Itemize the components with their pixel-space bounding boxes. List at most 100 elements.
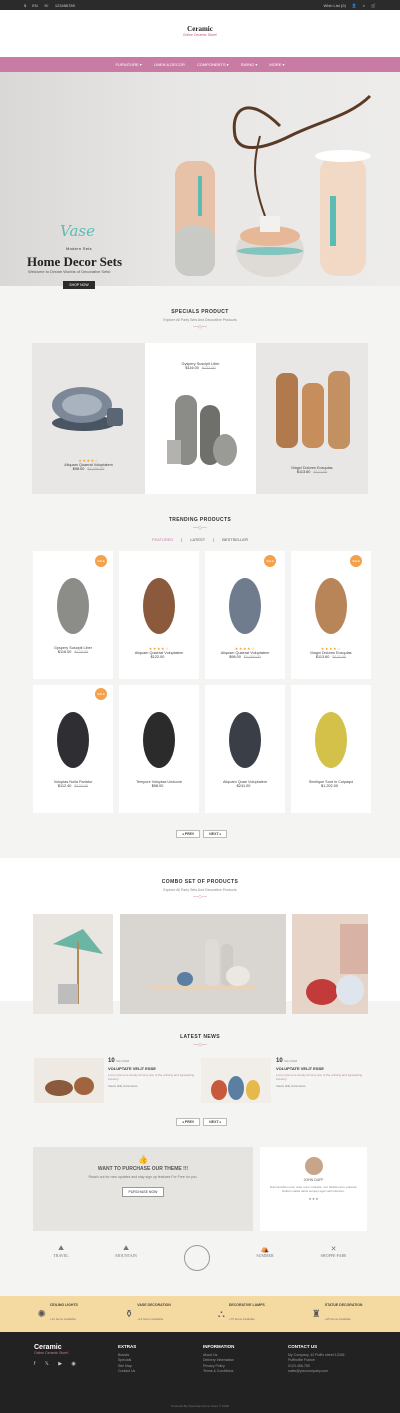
product-image bbox=[167, 395, 237, 466]
shop-now-button[interactable]: SHOP NOW bbox=[63, 281, 95, 289]
trending-product-card[interactable]: Aliquam Quae Voluptatem $241.00 bbox=[205, 685, 285, 813]
language-select[interactable]: EN bbox=[32, 3, 38, 8]
logo-tagline: Online Ceramic Store! bbox=[182, 33, 218, 37]
hero-banner: Vase Modern Sets Home Decor Sets Welcome… bbox=[0, 72, 400, 289]
footer-information: INFORMATION About Us Delivery Informatio… bbox=[203, 1344, 235, 1374]
combo-image-floral[interactable] bbox=[292, 914, 368, 1014]
footer-link[interactable]: Delivery Information bbox=[203, 1358, 234, 1363]
specials-subtitle: Explore All Party Sets And Decorative Pr… bbox=[163, 318, 237, 322]
prev-button[interactable]: ◂ PREV bbox=[176, 1118, 201, 1126]
combo-title: COMBO SET OF PRODUCTS bbox=[161, 879, 239, 885]
product-image bbox=[315, 712, 347, 768]
combo-image-vases[interactable] bbox=[120, 914, 286, 1014]
testimonial-text: Duis faucibus enim vitae nunc molestie, … bbox=[269, 1185, 358, 1193]
footer-extras: EXTRAS Brands Specials Site Map Contact … bbox=[118, 1344, 137, 1374]
tab-featured[interactable]: FEATURED bbox=[152, 537, 173, 542]
brand-logos: ⛰ TRAVEL ⛰ MOUNTAIN ⛺ SUMMER ✕ SHOPPE-FARE bbox=[0, 1245, 400, 1271]
brand-logo[interactable]: ⛰ MOUNTAIN bbox=[115, 1245, 136, 1271]
product-old-price: $122.00 bbox=[332, 655, 347, 659]
news-image[interactable] bbox=[34, 1058, 104, 1103]
product-image bbox=[143, 712, 175, 768]
product-price: $112.40 bbox=[57, 784, 72, 788]
lamp-icon: ⛬ bbox=[217, 1308, 225, 1320]
brand-logo[interactable]: ✕ SHOPPE-FARE bbox=[320, 1245, 346, 1271]
cart-icon[interactable]: 🛒 bbox=[371, 3, 376, 8]
social-icons[interactable]: f 𝕏 ▶ ◉ bbox=[34, 1361, 80, 1367]
trending-product-card[interactable]: Gyspery Suscipit Liber $116.00 $122.00 bbox=[33, 551, 113, 679]
purchase-now-button[interactable]: PURCHASE NOW bbox=[121, 1187, 165, 1197]
main-nav: FURNITURE ▾ LINEN & DECOR COMPONENTS ▾ S… bbox=[0, 57, 400, 72]
product-image bbox=[52, 387, 123, 431]
footer-link[interactable]: Contact Us bbox=[118, 1369, 136, 1374]
feature-decorative-lamps[interactable]: ⛬ DECORATIVE LAMPS +75 Items Available bbox=[218, 1303, 265, 1325]
feature-ceiling-lights[interactable]: ✺ CEILING LIGHTS +12 Items Available bbox=[38, 1303, 78, 1325]
brand-logo[interactable] bbox=[183, 1245, 210, 1271]
top-bar: $ EN ☏ 123456789 Wish List (0) 👤 ⌕ 🛒 bbox=[0, 0, 400, 10]
trending-product-card[interactable]: ★★★★☆ Aliquam Quaerat Voluptatem $98.00 $1,… bbox=[205, 551, 285, 679]
news-image[interactable] bbox=[201, 1058, 271, 1103]
trending-product-card[interactable]: Tempore Voluptas Undoore $98.00 bbox=[119, 685, 199, 813]
phone-icon: ☏ bbox=[43, 2, 49, 8]
ornament-icon: —◇— bbox=[193, 1042, 207, 1048]
prev-button[interactable]: ◂ PREV bbox=[176, 830, 201, 838]
trending-product-card[interactable]: Voluptas Nulla Pariatur $112.40 $122.00 bbox=[33, 685, 113, 813]
hero-vases-image bbox=[175, 94, 372, 277]
product-image bbox=[229, 712, 261, 768]
currency-select[interactable]: $ bbox=[24, 3, 26, 8]
brand-logo[interactable]: ⛰ TRAVEL bbox=[53, 1245, 68, 1271]
category-features-bar: ✺ CEILING LIGHTS +12 Items Available ⚱ VASE… bbox=[0, 1296, 400, 1332]
search-icon[interactable]: ⌕ bbox=[363, 3, 365, 8]
product-old-price: $1,000.00 bbox=[243, 655, 261, 659]
special-product-card[interactable]: Magni Dolores Eosqulas $113.60 $122.00 bbox=[256, 343, 368, 494]
testimonial-name: JOHN DUFF bbox=[303, 1178, 324, 1182]
nav-item-furniture[interactable]: FURNITURE ▾ bbox=[116, 62, 142, 67]
news-title-link[interactable]: VOLUPTATE VELIT ESSE bbox=[276, 1066, 366, 1071]
logo-title: Ceramic bbox=[187, 25, 213, 33]
feature-statue-decoration[interactable]: ♜ STATUE DECORATION +25 Items Available bbox=[312, 1303, 363, 1325]
cta-text: Reach out for new updates and stay sign … bbox=[88, 1175, 198, 1179]
trending-pager: ◂ PREV NEXT ▸ bbox=[176, 830, 228, 838]
thumbs-up-icon: 👍 bbox=[138, 1155, 148, 1164]
sale-badge: SALE bbox=[95, 688, 107, 700]
carousel-dots[interactable]: ● ● ● bbox=[260, 1196, 367, 1201]
tab-bestseller[interactable]: BESTSELLER bbox=[222, 537, 248, 542]
news-day: 10 bbox=[108, 1058, 115, 1064]
phone-number: 123456789 bbox=[54, 2, 75, 8]
news-title-link[interactable]: VOLUPTATE VELIT ESSE bbox=[108, 1066, 196, 1071]
nav-item-linen-decor[interactable]: LINEN & DECOR bbox=[154, 62, 185, 67]
footer-logo[interactable]: Ceramic Online Ceramic Store! f 𝕏 ▶ ◉ bbox=[34, 1344, 80, 1367]
avatar bbox=[304, 1157, 323, 1175]
next-button[interactable]: NEXT ▸ bbox=[203, 830, 228, 838]
trending-product-card[interactable]: Similique Sunt In Culpaqui $1,202.00 bbox=[291, 685, 371, 813]
special-product-card[interactable]: Gyspery Suscipit Liber $116.00 $122.00 bbox=[145, 343, 256, 494]
cta-title: WANT TO PURCHASE OUR THEME !!! bbox=[97, 1166, 189, 1172]
news-excerpt: Lorem ipsum is simply dummy text of the … bbox=[276, 1073, 363, 1081]
combo-image-lamp[interactable] bbox=[33, 914, 113, 1014]
news-meta: Views (24) Comments bbox=[276, 1084, 306, 1088]
news-day: 10 bbox=[276, 1058, 283, 1064]
news-month: JAN 2018 bbox=[283, 1059, 297, 1063]
product-image bbox=[143, 578, 175, 634]
user-icon[interactable]: 👤 bbox=[352, 3, 357, 8]
footer-link[interactable]: Terms & Conditions bbox=[203, 1369, 234, 1374]
news-month: JAN 2018 bbox=[115, 1059, 129, 1063]
trending-product-card[interactable]: ★★★★☆ Aliquam Quaerat Voluptatem $122.00 bbox=[119, 551, 199, 679]
hero-script-title: Vase bbox=[60, 222, 95, 240]
sale-badge: SALE bbox=[350, 555, 362, 567]
tab-latest[interactable]: LATEST bbox=[190, 537, 205, 542]
news-meta: Views (24) Comments bbox=[108, 1084, 138, 1088]
product-price: $122.00 bbox=[150, 655, 165, 659]
product-old-price: $122.00 bbox=[74, 784, 89, 788]
wishlist-link[interactable]: Wish List (0) bbox=[324, 3, 346, 8]
brand-logo[interactable]: ⛺ SUMMER bbox=[256, 1245, 273, 1271]
next-button[interactable]: NEXT ▸ bbox=[203, 1118, 228, 1126]
nav-item-more[interactable]: MORE ▾ bbox=[269, 62, 284, 67]
news-card: 10 JAN 2018 VOLUPTATE VELIT ESSE Lorem i… bbox=[108, 1058, 196, 1088]
nav-item-swing[interactable]: SWING ▾ bbox=[241, 62, 258, 67]
news-excerpt: Lorem ipsum is simply dummy text of the … bbox=[108, 1073, 195, 1081]
logo[interactable]: Ceramic Online Ceramic Store! bbox=[0, 25, 400, 37]
nav-item-components[interactable]: COMPONENTS ▾ bbox=[197, 62, 229, 67]
special-product-card[interactable]: ★★★★☆ Aliquam Quaerat Voluptatem $98.00 $… bbox=[32, 343, 145, 494]
feature-vase-decoration[interactable]: ⚱ VASE DECORATION +12 Items Available bbox=[125, 1303, 171, 1325]
trending-product-card[interactable]: ★★★★☆ Magni Dolores Eosqulas $113.60 $122.0… bbox=[291, 551, 371, 679]
